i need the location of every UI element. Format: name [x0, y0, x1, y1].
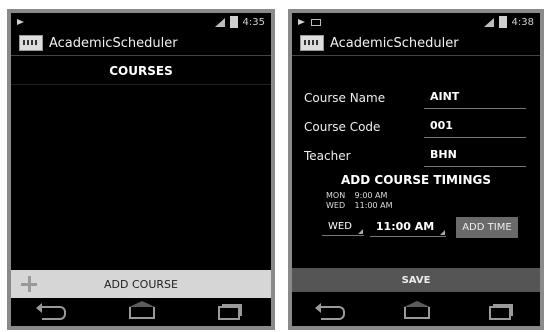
timing-day: MON — [326, 191, 346, 200]
notification-icon — [298, 19, 305, 25]
navigation-bar — [11, 300, 271, 326]
teacher-label: Teacher — [304, 149, 351, 163]
timing-item: WED 11:00 AM — [326, 201, 540, 211]
add-course-button[interactable]: ADD COURSE — [11, 270, 271, 298]
timing-day: WED — [326, 201, 346, 210]
battery-icon — [498, 16, 507, 28]
app-logo-icon[interactable] — [300, 35, 324, 51]
timings-title: ADD COURSE TIMINGS — [341, 173, 491, 187]
phone-frame-right: 4:38 AcademicScheduler Course Name AINT … — [288, 9, 544, 330]
notification-icon — [17, 19, 24, 25]
day-spinner[interactable]: WED — [322, 219, 364, 236]
app-title: AcademicScheduler — [330, 35, 459, 51]
home-icon[interactable] — [403, 301, 430, 319]
recent-apps-icon[interactable] — [217, 306, 240, 320]
back-icon[interactable] — [36, 303, 67, 320]
timings-list: MON 9:00 AM WED 11:00 AM — [292, 191, 540, 211]
status-bar: 4:35 — [11, 13, 271, 31]
teacher-row: Teacher BHN — [292, 138, 540, 167]
course-name-row: Course Name AINT — [292, 80, 540, 109]
back-icon[interactable] — [315, 303, 346, 320]
status-time: 4:35 — [242, 16, 265, 28]
course-code-row: Course Code 001 — [292, 109, 540, 138]
navigation-bar — [292, 300, 540, 326]
add-course-screen: 4:38 AcademicScheduler Course Name AINT … — [292, 13, 540, 326]
battery-icon — [229, 16, 238, 28]
home-icon[interactable] — [128, 301, 155, 319]
plus-icon — [21, 276, 37, 292]
status-bar: 4:38 — [292, 13, 540, 31]
save-button[interactable]: SAVE — [292, 268, 540, 292]
timing-time: 9:00 AM — [354, 191, 388, 200]
app-title: AcademicScheduler — [49, 35, 178, 51]
time-controls: WED 11:00 AM ADD TIME — [292, 211, 540, 238]
teacher-field[interactable]: BHN — [424, 148, 526, 167]
signal-icon — [214, 17, 225, 27]
course-name-label: Course Name — [304, 91, 386, 105]
app-logo-icon[interactable] — [19, 35, 43, 51]
signal-icon — [483, 17, 494, 27]
add-course-label: ADD COURSE — [104, 277, 178, 291]
timing-time: 11:00 AM — [354, 201, 393, 210]
action-bar: AcademicScheduler — [292, 31, 540, 56]
courses-header: COURSES — [11, 56, 271, 85]
mail-icon — [311, 18, 321, 26]
action-bar: AcademicScheduler — [11, 31, 271, 56]
phone-frame-left: 4:35 AcademicScheduler COURSES ADD COURS… — [7, 9, 275, 330]
course-code-label: Course Code — [304, 120, 381, 134]
timing-item: MON 9:00 AM — [326, 191, 540, 201]
course-code-field[interactable]: 001 — [424, 119, 526, 138]
status-time: 4:38 — [511, 16, 534, 28]
courses-screen: 4:35 AcademicScheduler COURSES ADD COURS… — [11, 13, 271, 326]
time-spinner[interactable]: 11:00 AM — [369, 218, 447, 237]
add-time-button[interactable]: ADD TIME — [456, 217, 518, 238]
recent-apps-icon[interactable] — [488, 306, 511, 320]
course-name-field[interactable]: AINT — [424, 90, 526, 109]
